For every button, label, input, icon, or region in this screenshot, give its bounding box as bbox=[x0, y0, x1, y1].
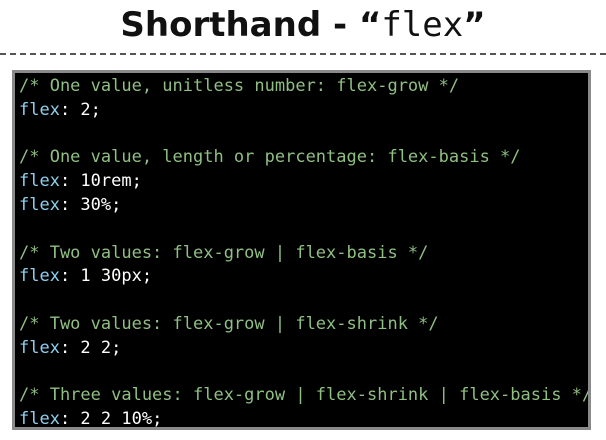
code-value: : 1 30px; bbox=[59, 266, 153, 287]
code-comment: /* Two values: flex-grow | flex-shrink *… bbox=[19, 313, 439, 334]
code-comment: /* Three values: flex-grow | flex-shrink… bbox=[19, 385, 591, 406]
code-comment-line: /* One value, unitless number: flex-grow… bbox=[19, 75, 588, 99]
code-value: : 30%; bbox=[59, 194, 122, 215]
code-declaration-line: flex: 2 2 10%; bbox=[19, 408, 588, 430]
dashed-divider bbox=[0, 53, 606, 55]
code-property: flex bbox=[19, 99, 60, 120]
code-comment: /* Two values: flex-grow | flex-basis */ bbox=[19, 242, 429, 263]
code-property: flex bbox=[19, 171, 60, 192]
code-property: flex bbox=[19, 194, 60, 215]
code-property: flex bbox=[19, 337, 60, 358]
title-open-quote: “ bbox=[358, 5, 382, 45]
code-property: flex bbox=[19, 409, 60, 430]
code-panel: /* One value, unitless number: flex-grow… bbox=[12, 70, 591, 430]
code-value: : 2 2 10%; bbox=[59, 409, 163, 430]
code-comment-line: /* Two values: flex-grow | flex-basis */ bbox=[19, 242, 588, 266]
code-value: : 10rem; bbox=[59, 171, 142, 192]
code-comment-line: /* Three values: flex-grow | flex-shrink… bbox=[19, 384, 588, 408]
code-comment: /* One value, length or percentage: flex… bbox=[19, 147, 521, 168]
code-property: flex bbox=[19, 266, 60, 287]
code-comment: /* One value, unitless number: flex-grow… bbox=[19, 76, 460, 96]
code-value: : 2 2; bbox=[59, 337, 122, 358]
code-declaration-line: flex: 1 30px; bbox=[19, 265, 588, 289]
code-declaration-line: flex: 2; bbox=[19, 99, 588, 123]
title-close-quote: ” bbox=[463, 5, 486, 45]
slide-title: Shorthand - “flex” bbox=[0, 0, 606, 46]
code-declaration-line: flex: 2 2; bbox=[19, 337, 588, 361]
code-comment-line: /* Two values: flex-grow | flex-shrink *… bbox=[19, 313, 588, 337]
code-declaration-line: flex: 10rem; bbox=[19, 170, 588, 194]
title-keyword: flex bbox=[381, 5, 464, 45]
code-declaration-line: flex: 30%; bbox=[19, 194, 588, 218]
title-text: Shorthand - bbox=[120, 5, 359, 45]
code-value: : 2; bbox=[59, 99, 101, 120]
code-comment-line: /* One value, length or percentage: flex… bbox=[19, 146, 588, 170]
